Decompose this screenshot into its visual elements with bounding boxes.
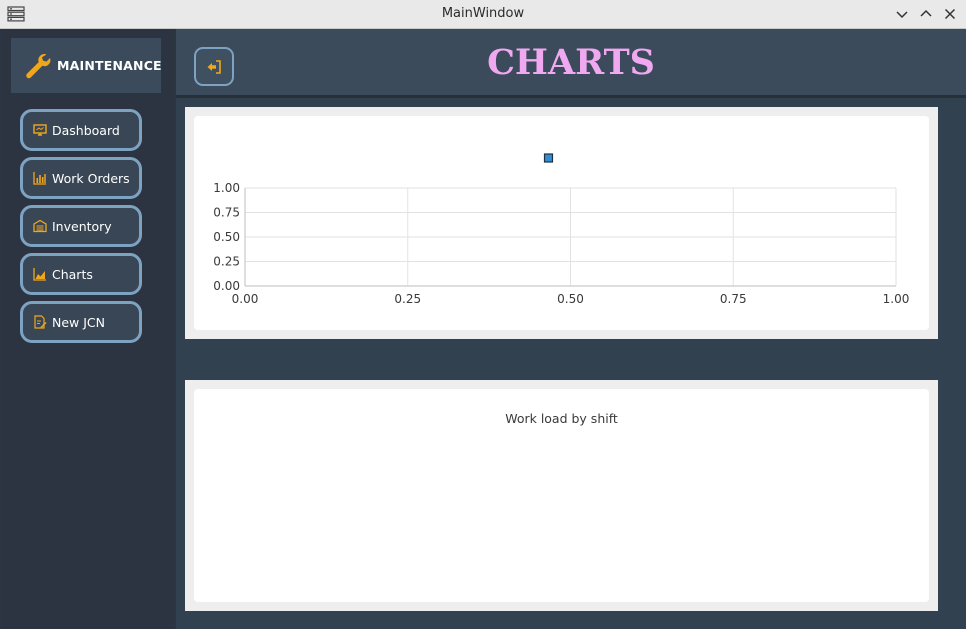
x-tick-label: 0.75 <box>720 292 747 306</box>
y-tick-label: 0.25 <box>213 255 240 269</box>
sidebar-item-new-jcn[interactable]: New JCN <box>20 301 142 343</box>
x-tick-label: 0.25 <box>394 292 421 306</box>
chart-title: Work load by shift <box>505 411 618 426</box>
maximize-button[interactable] <box>917 5 935 23</box>
chart-frame-2: Work load by shift <box>185 380 938 611</box>
sidebar-item-work-orders[interactable]: Work Orders <box>20 157 142 199</box>
x-tick-label: 0.50 <box>557 292 584 306</box>
sidebar-item-label: Work Orders <box>52 171 130 186</box>
chart-frame-1: 0.00 0.25 0.50 0.75 1.00 0.00 0.25 0.50 0.75 1.00 <box>185 107 938 339</box>
y-tick-label: 0.00 <box>213 279 240 293</box>
sidebar-item-label: Inventory <box>52 219 112 234</box>
chevron-up-icon <box>920 9 932 17</box>
minimize-button[interactable] <box>893 5 911 23</box>
sidebar-item-inventory[interactable]: Inventory <box>20 205 142 247</box>
main-content: CHARTS 0.00 0.25 0.50 0.75 1.00 0.00 0.25 0.50 0… <box>176 29 966 629</box>
page-header: CHARTS <box>176 29 966 98</box>
window-title: MainWindow <box>441 6 525 21</box>
chevron-down-icon <box>896 11 908 19</box>
close-button[interactable] <box>941 5 959 23</box>
page-title: CHARTS <box>487 42 655 83</box>
sidebar-item-label: New JCN <box>52 315 106 330</box>
sidebar-item-label: Charts <box>52 267 93 282</box>
brand: MAINTENANCE <box>11 38 162 93</box>
y-tick-label: 0.50 <box>213 230 240 244</box>
x-tick-label: 1.00 <box>883 292 910 306</box>
scatter-chart: 0.00 0.25 0.50 0.75 1.00 0.00 0.25 0.50 0.75 1.00 <box>213 153 910 306</box>
sidebar-item-label: Dashboard <box>52 123 120 138</box>
close-icon <box>944 8 956 20</box>
y-tick-label: 1.00 <box>213 181 240 195</box>
warehouse-icon <box>33 219 47 233</box>
x-tick-label: 0.00 <box>232 292 259 306</box>
sidebar-item-dashboard[interactable]: Dashboard <box>20 109 142 151</box>
chart-card-2: Work load by shift <box>194 389 929 602</box>
monitor-icon <box>33 123 47 137</box>
brand-label: MAINTENANCE <box>57 58 162 73</box>
edit-document-icon <box>33 315 47 329</box>
sidebar: MAINTENANCE Dashboard Work Orders Invent… <box>2 29 173 629</box>
sidebar-item-charts[interactable]: Charts <box>20 253 142 295</box>
bar-chart-icon <box>33 171 47 185</box>
wrench-icon <box>24 52 52 80</box>
area-chart-icon <box>33 267 47 281</box>
legend-marker <box>543 153 554 163</box>
chart-card-1: 0.00 0.25 0.50 0.75 1.00 0.00 0.25 0.50 0.75 1.00 <box>194 116 929 330</box>
window-titlebar: MainWindow <box>0 0 966 29</box>
y-tick-label: 0.75 <box>213 206 240 220</box>
